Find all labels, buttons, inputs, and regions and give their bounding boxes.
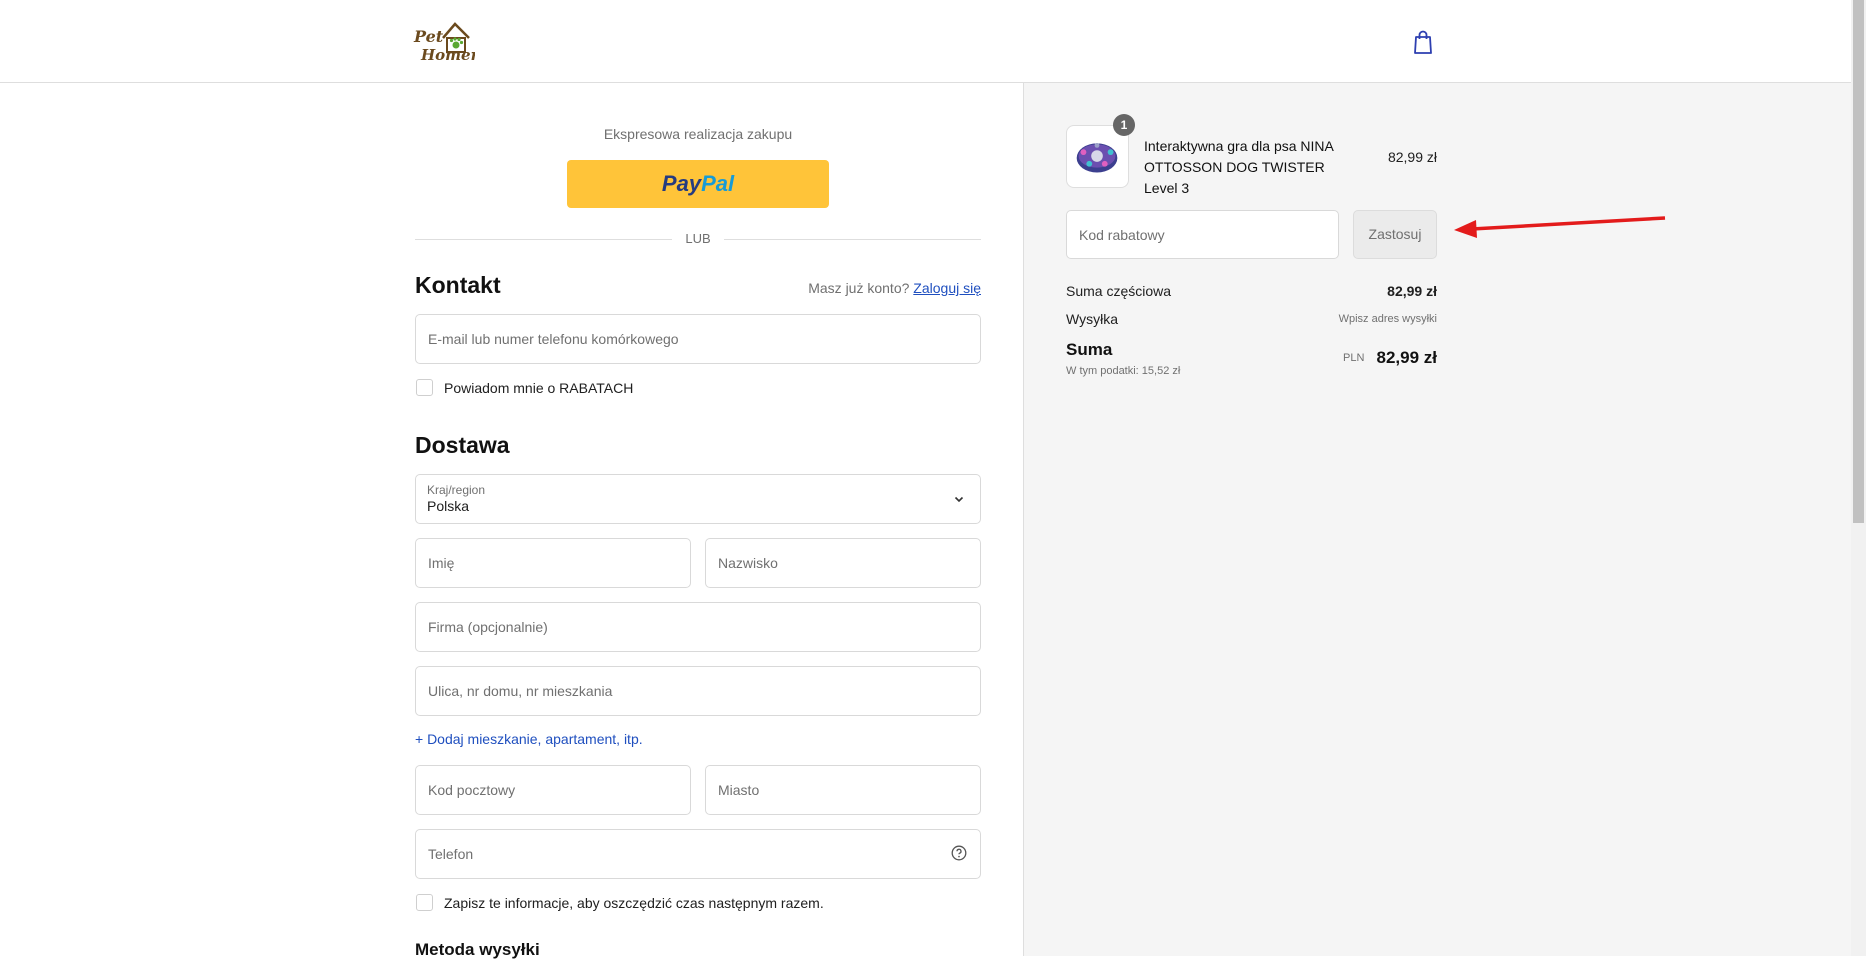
shipping-method-title: Metoda wysyłki	[415, 940, 540, 959]
company-input[interactable]	[416, 603, 980, 651]
add-apartment-link[interactable]: + Dodaj mieszkanie, apartament, itp.	[415, 731, 643, 747]
product-price: 82,99 zł	[1387, 149, 1437, 165]
delivery-title: Dostawa	[415, 432, 510, 458]
email-input[interactable]	[416, 315, 980, 363]
country-label: Kraj/region	[427, 483, 486, 497]
country-value: Polska	[427, 498, 470, 514]
phone-field[interactable]	[415, 829, 981, 879]
red-arrow-annotation	[1454, 216, 1666, 238]
chevron-down-icon	[954, 496, 964, 503]
email-field[interactable]	[415, 314, 981, 364]
city-input[interactable]	[706, 766, 980, 814]
shipping-value: Wpisz adres wysyłki	[1338, 313, 1437, 325]
shopping-bag-icon[interactable]	[1412, 29, 1434, 55]
newsletter-label: Powiadom mnie o RABATACH	[444, 380, 634, 396]
city-field[interactable]	[705, 765, 981, 815]
scrollbar-thumb[interactable]	[1853, 0, 1864, 523]
country-select[interactable]	[415, 474, 981, 524]
last-name-field[interactable]	[705, 538, 981, 588]
street-input[interactable]	[416, 667, 980, 715]
pet-homer-logo[interactable]: Pet Homer	[413, 18, 475, 64]
divider-right	[724, 239, 981, 240]
login-link[interactable]: Zaloguj się	[913, 280, 981, 296]
newsletter-checkbox[interactable]	[416, 379, 433, 396]
divider-text: LUB	[685, 231, 711, 246]
quantity-badge: 1	[1113, 114, 1135, 136]
last-name-input[interactable]	[706, 539, 980, 587]
svg-text:Homer: Homer	[420, 46, 475, 64]
first-name-field[interactable]	[415, 538, 691, 588]
total-value: 82,99 zł	[1376, 348, 1438, 367]
postal-code-input[interactable]	[416, 766, 690, 814]
first-name-input[interactable]	[416, 539, 690, 587]
discount-code-field[interactable]	[1066, 210, 1339, 259]
paypal-button[interactable]: PayPal	[567, 160, 829, 208]
phone-input[interactable]	[416, 830, 980, 878]
express-checkout-label: Ekspresowa realizacja zakupu	[603, 126, 793, 142]
contact-title: Kontakt	[415, 272, 501, 298]
has-account-text: Masz już konto?	[808, 280, 910, 296]
total-label: Suma	[1066, 340, 1113, 359]
divider-left	[415, 239, 672, 240]
subtotal-value: 82,99 zł	[1387, 283, 1437, 299]
tax-note: W tym podatki: 15,52 zł	[1066, 365, 1181, 377]
help-icon[interactable]	[951, 845, 967, 861]
shipping-label: Wysyłka	[1066, 311, 1118, 327]
svg-text:Pet: Pet	[413, 27, 444, 46]
company-field[interactable]	[415, 602, 981, 652]
save-info-label: Zapisz te informacje, aby oszczędzić cza…	[444, 895, 824, 911]
product-name: Interaktywna gra dla psa NINA OTTOSSON D…	[1144, 138, 1334, 196]
street-field[interactable]	[415, 666, 981, 716]
login-hint: Masz już konto? Zaloguj się	[700, 280, 981, 296]
header: Pet Homer	[0, 0, 1851, 83]
postal-code-field[interactable]	[415, 765, 691, 815]
save-info-checkbox[interactable]	[416, 894, 433, 911]
discount-code-input[interactable]	[1067, 211, 1338, 258]
paypal-logo: PayPal	[661, 171, 735, 196]
apply-discount-button[interactable]: Zastosuj	[1353, 210, 1437, 259]
subtotal-label: Suma częściowa	[1066, 283, 1172, 299]
